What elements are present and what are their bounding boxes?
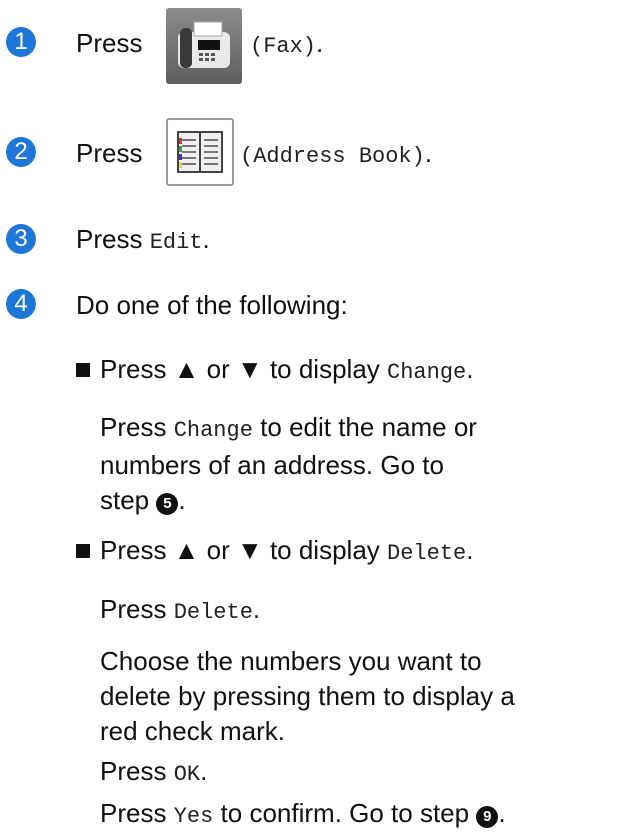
step-1-code-line: (Fax). xyxy=(250,28,323,62)
bullet-2-text: Press ▲ or ▼ to display Delete. xyxy=(100,535,473,569)
step-4-text: Do one of the following: xyxy=(76,290,348,320)
step-1-period: . xyxy=(316,28,324,58)
step-ref-9: 9 xyxy=(476,806,499,828)
delete-code-label: Delete xyxy=(387,541,467,566)
step-2-text: Press xyxy=(76,138,142,168)
step-2-period-visible: . xyxy=(424,138,433,168)
step-1-text: Press xyxy=(76,28,142,58)
bullet-marker xyxy=(76,363,90,377)
bullet-1-desc-period: . xyxy=(178,485,186,515)
address-book-icon xyxy=(166,118,234,186)
change-code-label: Change xyxy=(387,360,467,385)
bullet-2-p3-press: Press xyxy=(100,756,167,786)
bullet-2-p4-rest: to confirm. Go to step xyxy=(220,798,470,828)
step-number-1: 1 xyxy=(6,27,36,57)
bullet-1-period: . xyxy=(466,354,474,384)
bullet-marker xyxy=(76,544,90,558)
bullet-2-p2-line3: red check mark. xyxy=(100,716,285,746)
fax-code-label: (Fax) xyxy=(250,34,317,59)
bullet-2-period: . xyxy=(466,535,474,565)
delete-code-label-2: Delete xyxy=(173,600,253,625)
fax-icon xyxy=(166,8,242,84)
step-1-press: Press xyxy=(76,28,143,58)
step-3-text: Press Edit. xyxy=(76,224,210,258)
step-3-period: . xyxy=(202,224,210,254)
bullet-2-p2-line1: Choose the numbers you want to xyxy=(100,646,482,676)
step-2-press: Press xyxy=(76,138,143,168)
bullet-1-description: Press Change to edit the name or numbers… xyxy=(100,410,477,518)
bullet-1-desc-line2: numbers of an address. Go to xyxy=(100,450,444,480)
bullet-2-choose-paragraph: Choose the numbers you want to delete by… xyxy=(100,644,515,749)
bullet-2-p4-period: . xyxy=(498,798,506,828)
address-book-code-label: (Address Book) xyxy=(240,144,425,169)
bullet-1-text: Press ▲ or ▼ to display Change. xyxy=(100,354,473,388)
step-number-3: 3 xyxy=(6,224,36,254)
bullet-2-pre: Press ▲ or ▼ to display xyxy=(100,535,380,565)
step-ref-5: 5 xyxy=(156,493,179,515)
bullet-2-p1-press: Press xyxy=(100,594,167,624)
bullet-2-p4-press: Press xyxy=(100,798,167,828)
step-number-2: 2 xyxy=(6,137,36,167)
ok-code-label: OK xyxy=(173,762,201,787)
bullet-2-press-delete: Press Delete. xyxy=(100,594,260,628)
edit-code-label: Edit xyxy=(149,230,203,255)
bullet-2-press-ok: Press OK. xyxy=(100,756,207,790)
bullet-1-pre: Press ▲ or ▼ to display xyxy=(100,354,380,384)
step-2-code-line: (Address Book)).. xyxy=(240,138,432,172)
step-number-4: 4 xyxy=(6,289,36,319)
bullet-2-p2-line2: delete by pressing them to display a xyxy=(100,681,515,711)
bullet-1-desc-step: step xyxy=(100,485,150,515)
bullet-1-desc-press: Press xyxy=(100,412,167,442)
step-3-press: Press xyxy=(76,224,143,254)
bullet-1-desc-rest: to edit the name or xyxy=(260,412,477,442)
bullet-2-p1-period: . xyxy=(252,594,261,624)
change-code-label-2: Change xyxy=(173,418,253,443)
yes-code-label: Yes xyxy=(173,804,214,829)
bullet-2-p3-period: . xyxy=(200,756,208,786)
bullet-2-press-yes: Press Yes to confirm. Go to step 9. xyxy=(100,798,506,832)
